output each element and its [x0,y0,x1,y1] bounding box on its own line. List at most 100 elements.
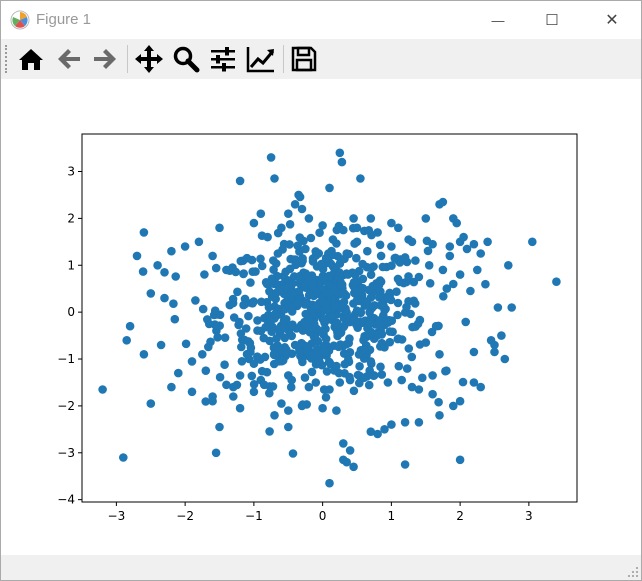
scatter-point [174,368,183,378]
home-button[interactable] [15,43,47,75]
scatter-point [445,251,455,261]
scatter-point [235,176,245,186]
toolbar-separator [127,45,128,73]
scatter-point [256,209,266,218]
scatter-point [449,279,458,289]
scatter-point [288,449,298,458]
x-tick-label: 0 [319,509,327,523]
figure-canvas[interactable]: −3 −2 −1 0 1 2 3 −4 −3 −2 −1 0 1 2 3 [1,79,641,555]
scatter-point [213,333,222,342]
maximize-button[interactable]: ☐ [529,1,575,39]
scatter-point [335,378,345,387]
scatter-point [200,270,209,279]
scatter-plot[interactable]: −3 −2 −1 0 1 2 3 −4 −3 −2 −1 0 1 2 3 [1,79,641,555]
scatter-point [462,244,472,254]
toolbar-grip[interactable] [5,45,10,73]
arrow-right-icon [94,49,116,69]
scatter-point [335,148,345,158]
scatter-point [139,350,149,359]
edit-curves-button[interactable] [245,43,277,75]
scatter-point [231,267,240,277]
y-axis: −4 −3 −2 −1 0 1 2 3 [57,165,82,507]
scatter-point [300,373,310,382]
save-button[interactable] [288,43,320,75]
scatter-point [235,403,245,413]
scatter-point [321,393,331,402]
scatter-point [138,267,148,276]
scatter-point [345,375,355,385]
scatter-point [383,293,393,303]
scatter-point [257,261,267,271]
scatter-point [387,242,396,251]
scatter-point [284,422,293,432]
scatter-point [237,342,246,352]
scatter-point [442,366,451,376]
resize-grip-icon[interactable] [627,566,639,578]
minimize-button[interactable]: — [475,1,521,39]
scatter-point [235,317,244,327]
scatter-point [225,300,235,310]
scatter-point [332,318,342,328]
scatter-point [402,277,411,287]
scatter-point [257,366,267,376]
toolbar-separator [283,45,284,73]
title-bar[interactable]: Figure 1 — ☐ ✕ [1,1,641,39]
scatter-point [428,389,437,399]
scatter-point [387,420,396,429]
scatter-point [414,418,424,427]
scatter-point [187,387,197,397]
scatter-point [345,348,355,357]
scatter-point [469,347,479,357]
minimize-icon: — [491,12,505,28]
scatter-point [394,361,404,371]
close-button[interactable]: ✕ [589,1,635,39]
scatter-point [285,220,295,229]
scatter-point [394,223,403,233]
scatter-point [220,333,230,342]
scatter-point [160,293,169,303]
subplots-button[interactable] [207,43,239,75]
scatter-point [466,286,475,296]
scatter-point [323,289,333,299]
x-tick-label: −1 [245,509,263,523]
scatter-point [400,418,410,427]
scatter-point [277,223,286,233]
scatter-point [378,302,388,311]
scatter-point [455,396,465,406]
scatter-point [325,385,334,394]
scatter-point [366,270,376,279]
scatter-point [170,314,180,324]
scatter-point [421,214,431,223]
y-tick-label: −4 [57,493,75,507]
scatter-point [249,297,258,306]
scatter-point [257,297,266,307]
scatter-point [322,367,332,376]
scatter-point [332,361,341,371]
scatter-point [388,327,397,337]
scatter-point [352,295,362,305]
scatter-point [318,221,327,230]
scatter-point [222,380,231,390]
scatter-point [490,347,499,357]
scatter-point [435,411,444,420]
window-title: Figure 1 [36,11,92,28]
scatter-point [261,322,271,332]
scatter-point [452,218,462,228]
back-button[interactable] [53,43,85,75]
scatter-point [297,401,307,411]
scatter-point [239,269,248,278]
scatter-point [345,446,355,455]
scatter-point [210,306,220,315]
scatter-point [352,253,361,263]
scatter-point [215,223,224,233]
forward-button[interactable] [89,43,121,75]
x-axis: −3 −2 −1 0 1 2 3 [108,502,533,523]
scatter-point [428,371,437,380]
zoom-button[interactable] [170,43,202,75]
scatter-point [349,462,358,472]
scatter-point [191,296,200,305]
status-bar [1,555,641,580]
scatter-point [352,223,362,233]
scatter-point [373,228,382,237]
pan-button[interactable] [133,43,165,75]
